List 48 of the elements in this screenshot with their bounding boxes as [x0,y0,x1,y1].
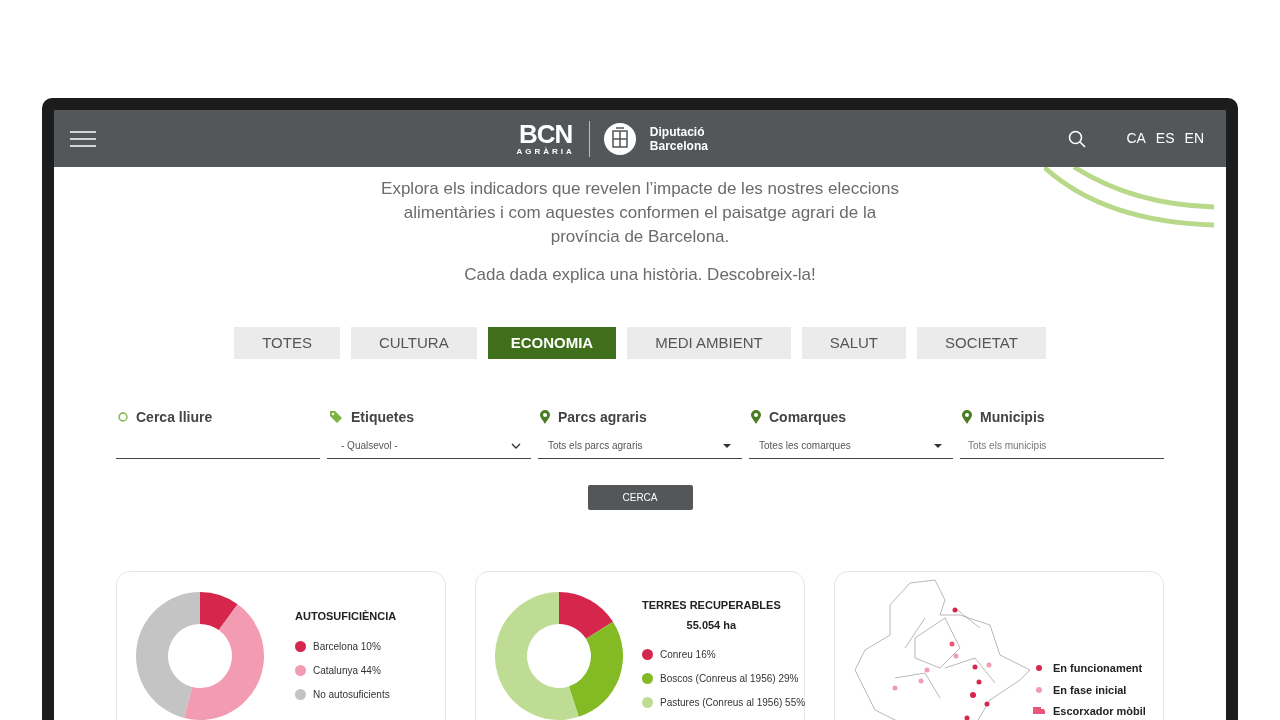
category-tab[interactable]: CULTURA [350,327,477,359]
language-link[interactable]: ES [1155,128,1175,149]
intro-text: Explora els indicadors que revelen l’impacte de les nostres eleccions alimentàries i com aquestes conformen el paisatge agrari de la província de Barcelona. [380,178,900,248]
pin-icon [751,410,761,424]
filter-label: Municipis [980,407,1045,427]
language-link[interactable]: EN [1184,128,1204,149]
legend-label: Barcelona 10% [313,639,381,654]
dropdown-field[interactable]: Tots els parcs agraris [538,433,742,459]
circle-icon [118,412,128,422]
filter-label: Cerca lliure [136,407,213,427]
dropdown-field[interactable]: - Qualsevol - [327,433,531,459]
chevron-down-icon [511,442,521,449]
category-tab[interactable]: SALUT [801,327,907,359]
legend-label: Pastures (Conreus al 1956) 55% [660,696,806,710]
legend-label: Boscos (Conreus al 1956) 29% [660,672,799,686]
legend-label: En funcionament [1053,661,1143,676]
tagline-text: Cada dada explica una història. Descobreix-la! [464,264,816,286]
caret-down-icon [933,442,943,449]
partner-name: Diputació [649,124,706,139]
caret-down-icon [722,442,732,449]
category-tab[interactable]: TOTES [234,327,340,359]
logo-subtitle: AGRÀRIA [516,146,575,157]
input-field[interactable]: Tots els municipis [960,433,1164,459]
legend-label: Catalunya 44% [313,663,381,678]
search-button[interactable]: CERCA [587,485,693,510]
chart-subtitle: 55.054 ha [686,617,737,633]
dropdown-field[interactable]: Totes les comarques [749,433,953,459]
chart-title: AUTOSUFICIÈNCIA [295,609,397,624]
filter-label: Etiquetes [351,407,414,427]
category-tab[interactable]: MEDI AMBIENT [627,327,791,359]
tag-icon [329,410,343,424]
menu-icon[interactable] [70,130,96,147]
filter-label: Comarques [769,407,847,427]
category-tab[interactable]: ECONOMIA [487,327,617,359]
logo-mark: BCN [519,120,573,147]
search-icon[interactable] [1068,129,1087,148]
legend-label: Conreu 16% [660,648,716,662]
legend-label: En fase inicial [1053,682,1127,698]
emblem-icon [603,122,636,155]
partner-name: Barcelona [649,138,708,153]
language-link[interactable]: CA [1126,128,1146,149]
legend-label: Escorxador mòbil [1053,704,1146,719]
filter-label: Parcs agraris [558,407,647,427]
chart-title: TERRES RECUPERABLES [642,598,781,613]
pin-icon [540,410,550,424]
pin-icon [962,410,972,424]
category-tab[interactable]: SOCIETAT [917,327,1046,359]
legend-label: No autosuficients [313,687,390,702]
